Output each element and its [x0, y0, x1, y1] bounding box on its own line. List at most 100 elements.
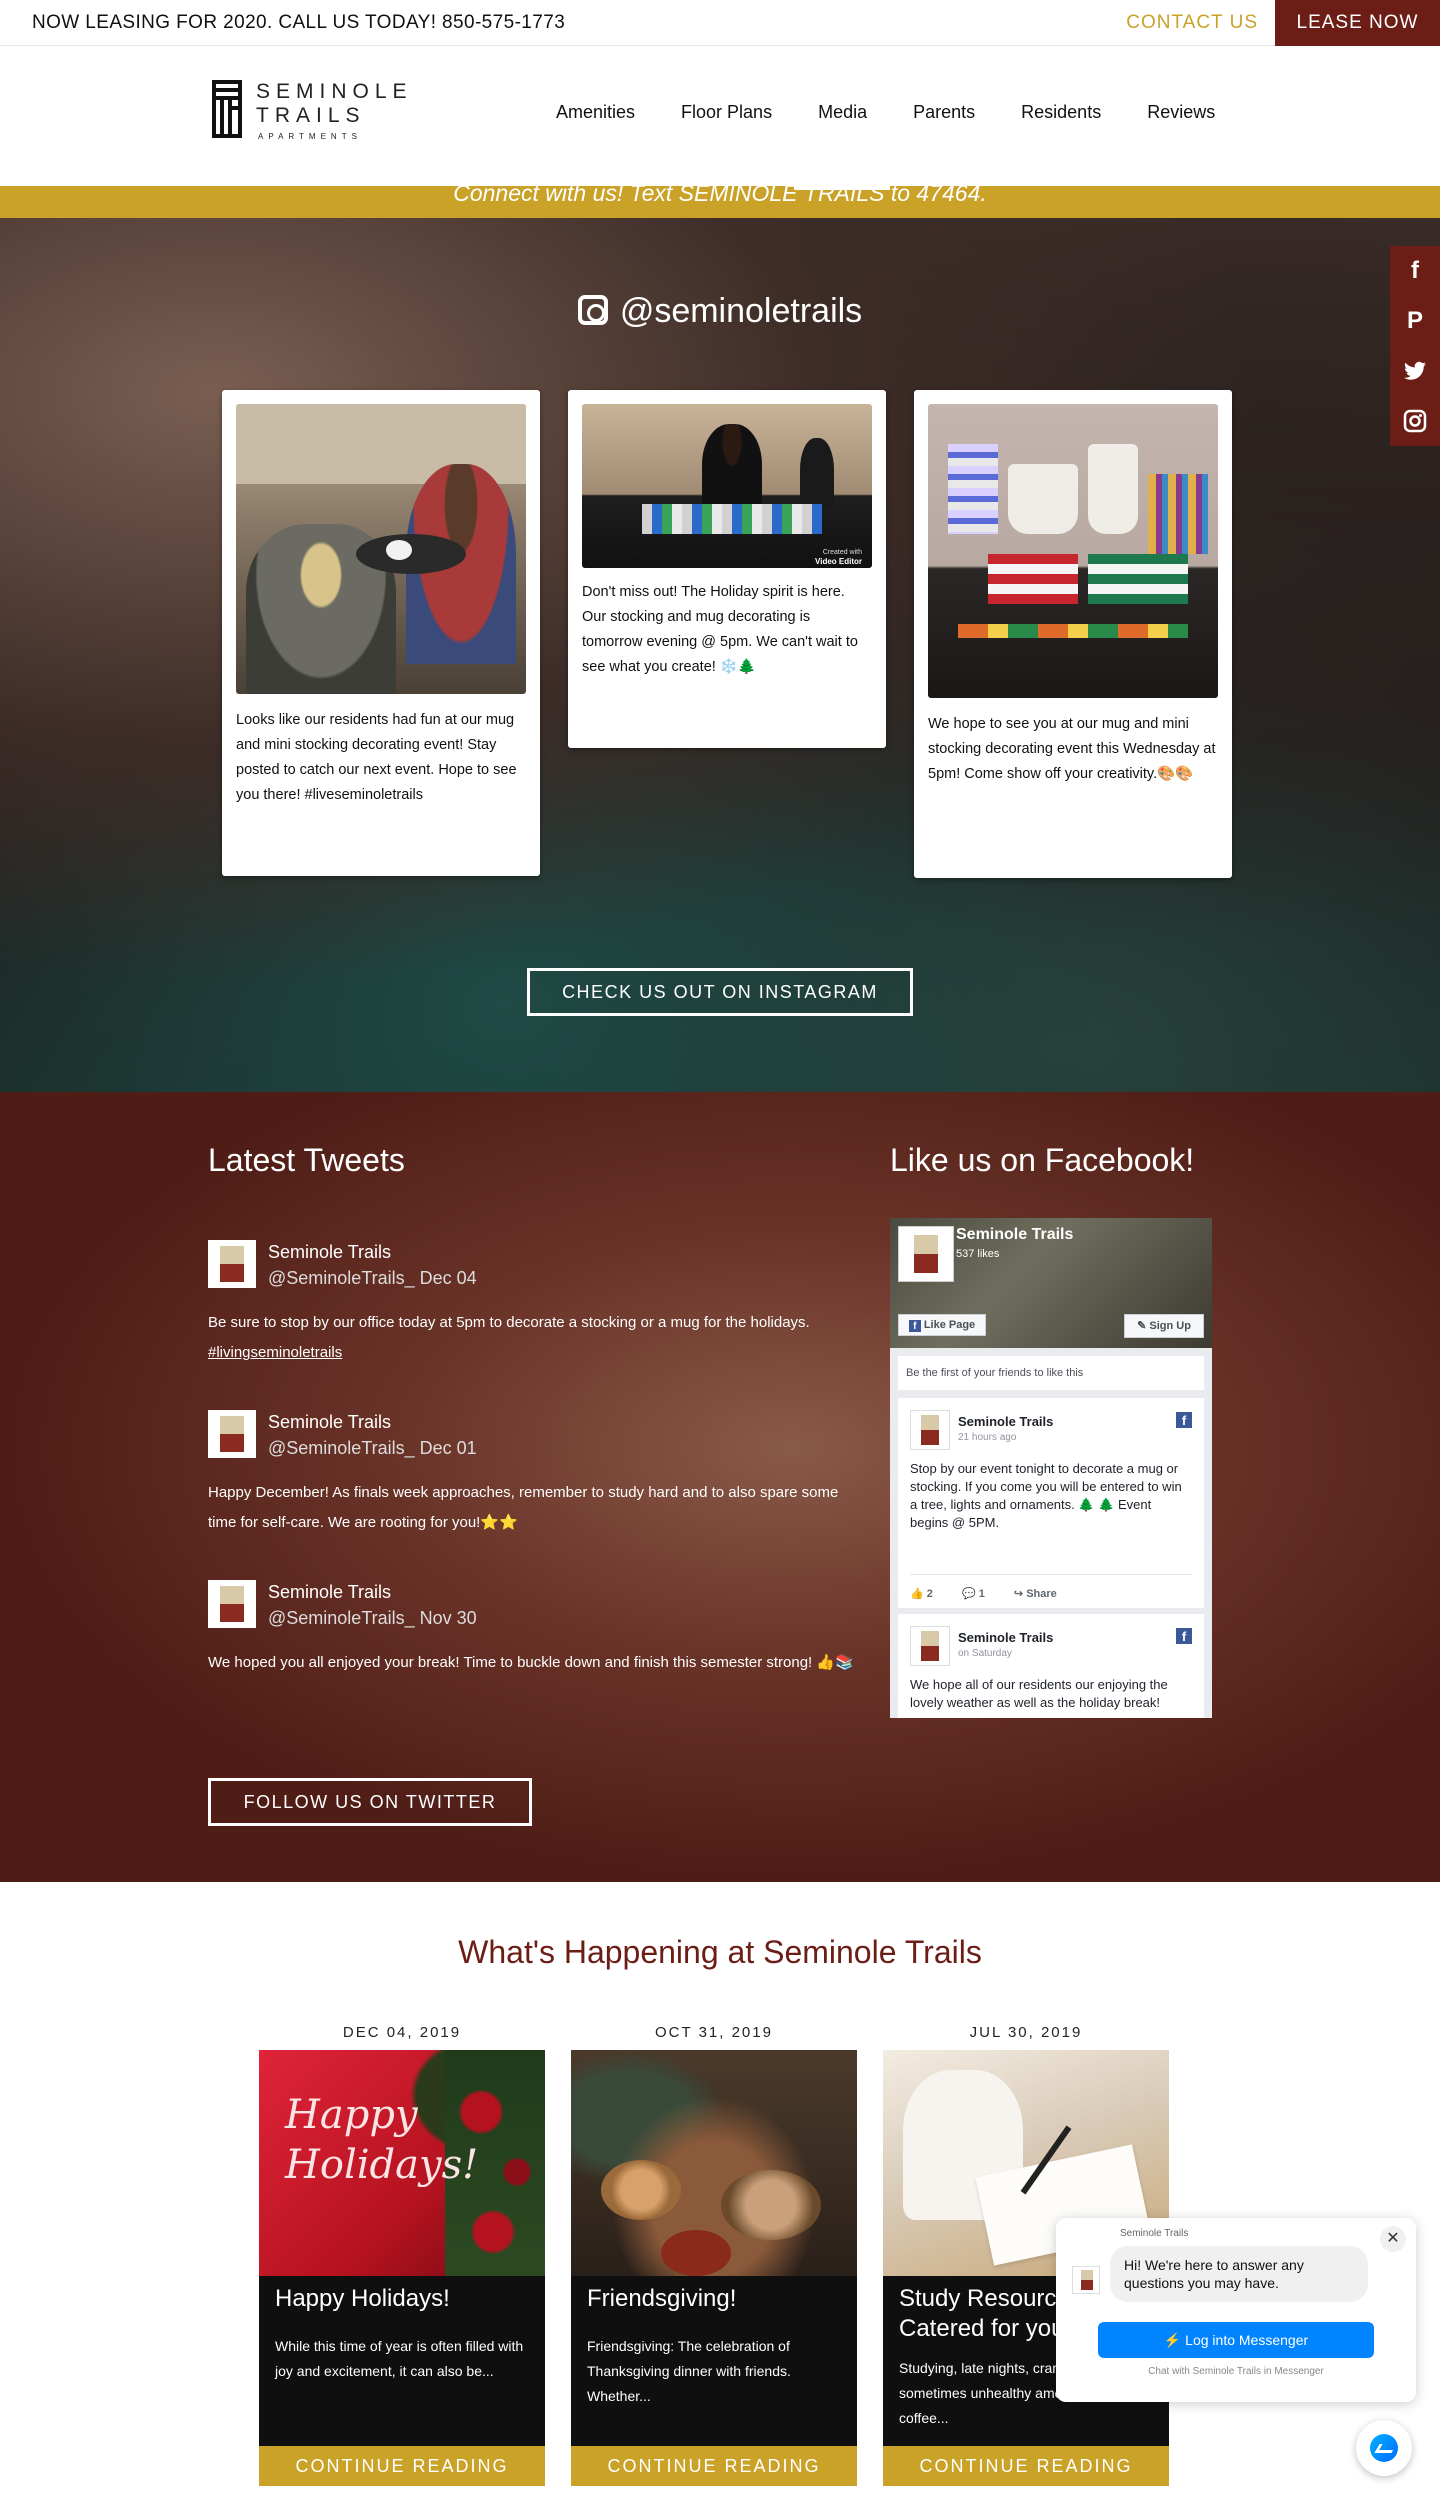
facebook-post-avatar[interactable] [910, 1410, 950, 1450]
facebook-cover[interactable]: Seminole Trails 537 likes f Like Page ✎ S… [890, 1218, 1212, 1348]
messenger-icon: ⚡ [1163, 2332, 1186, 2348]
instagram-icon [577, 295, 608, 325]
created-with-label: Created with [822, 549, 862, 556]
tweet-item: Seminole Trails @SeminoleTrails_ Dec 01 … [208, 1410, 868, 1550]
instagram-post-caption: We hope to see you at our mug and mini s… [928, 716, 1216, 782]
tweet-body: Be sure to stop by our office today at 5… [208, 1308, 868, 1368]
facebook-comment-action[interactable]: 💬 1 [962, 1588, 985, 1600]
messenger-greeting: Hi! We're here to answer any questions y… [1110, 2246, 1368, 2302]
logo-line-1: SEMINOLE [256, 80, 413, 103]
tweet-text: We hoped you all enjoyed your break! Tim… [208, 1654, 854, 1671]
nav-amenities[interactable]: Amenities [556, 102, 635, 123]
messenger-chat-link[interactable]: Chat with Seminole Trails in Messenger [1056, 2366, 1416, 2377]
comment-count: 1 [978, 1588, 985, 1600]
facebook-icon: f [1176, 1628, 1192, 1644]
facebook-widget: Seminole Trails 537 likes f Like Page ✎ S… [890, 1218, 1212, 1718]
facebook-like-page-button[interactable]: f Like Page [898, 1314, 986, 1336]
facebook-post-time[interactable]: 21 hours ago [958, 1432, 1016, 1443]
top-bar: NOW LEASING FOR 2020. CALL US TODAY! 850… [0, 0, 1440, 46]
nav-media[interactable]: Media [818, 102, 867, 123]
messenger-login-label: Log into Messenger [1185, 2332, 1309, 2348]
messenger-popup: Seminole Trails ✕ Hi! We're here to answ… [1056, 2218, 1416, 2402]
instagram-post-photo [236, 404, 526, 694]
facebook-page-name[interactable]: Seminole Trails [956, 1226, 1073, 1244]
news-title[interactable]: Happy Holidays! [275, 2284, 537, 2314]
facebook-like-action[interactable]: 👍 2 [910, 1588, 933, 1600]
tweet-author[interactable]: Seminole Trails [268, 1582, 391, 1603]
continue-reading-button[interactable]: CONTINUE READING [571, 2446, 857, 2486]
news-body: Friendsgiving! Friendsgiving: The celebr… [571, 2276, 857, 2446]
messenger-icon [1370, 2434, 1398, 2462]
news-body: Happy Holidays! While this time of year … [259, 2276, 545, 2446]
facebook-page-avatar[interactable] [898, 1226, 954, 1282]
main-nav: Amenities Floor Plans Media Parents Resi… [556, 102, 1261, 123]
messenger-login-button[interactable]: ⚡ Log into Messenger [1098, 2322, 1374, 2358]
nav-residents[interactable]: Residents [1021, 102, 1101, 123]
logo-mark-icon [212, 80, 242, 138]
tweet-item: Seminole Trails @SeminoleTrails_ Dec 04 … [208, 1240, 868, 1380]
whats-happening-title: What's Happening at Seminole Trails [458, 1934, 982, 1970]
instagram-section: @seminoletrails Looks like our residents… [0, 218, 1440, 1092]
latest-tweets-title: Latest Tweets [208, 1142, 405, 1178]
tweet-hashtag-link[interactable]: #livingseminoletrails [208, 1344, 342, 1361]
news-image[interactable]: Happy Holidays! [259, 2050, 545, 2276]
tweet-handle-date[interactable]: @SeminoleTrails_ Nov 30 [268, 1608, 477, 1629]
tweet-avatar[interactable] [208, 1580, 256, 1628]
follow-twitter-button[interactable]: FOLLOW US ON TWITTER [208, 1778, 532, 1826]
tweet-text: Happy December! As finals week approache… [208, 1484, 839, 1531]
instagram-post-card[interactable]: Looks like our residents had fun at our … [222, 390, 540, 876]
instagram-icon[interactable] [1390, 396, 1440, 446]
continue-reading-button[interactable]: CONTINUE READING [259, 2446, 545, 2486]
instagram-cta-button[interactable]: CHECK US OUT ON INSTAGRAM [527, 968, 913, 1016]
lease-now-button[interactable]: LEASE NOW [1275, 0, 1440, 46]
tweet-avatar[interactable] [208, 1410, 256, 1458]
instagram-post-card[interactable]: We hope to see you at our mug and mini s… [914, 390, 1232, 878]
continue-reading-button[interactable]: CONTINUE READING [883, 2446, 1169, 2486]
facebook-share-action[interactable]: ↪ Share [1014, 1588, 1057, 1600]
news-image[interactable] [571, 2050, 857, 2276]
messenger-fab-button[interactable] [1356, 2420, 1412, 2476]
pinterest-icon[interactable]: P [1390, 296, 1440, 346]
news-card[interactable]: DEC 04, 2019 Happy Holidays! Happy Holid… [259, 2024, 545, 2500]
facebook-like-count: 537 likes [956, 1248, 1000, 1260]
tweet-handle-date[interactable]: @SeminoleTrails_ Dec 04 [268, 1268, 477, 1289]
facebook-title: Like us on Facebook! [890, 1142, 1195, 1178]
facebook-post-text: Stop by our event tonight to decorate a … [910, 1461, 1182, 1530]
facebook-icon: f [1176, 1412, 1192, 1428]
news-date: JUL 30, 2019 [969, 2024, 1083, 2041]
twitter-icon[interactable] [1390, 346, 1440, 396]
contact-us-link[interactable]: CONTACT US [1126, 12, 1258, 34]
site-logo[interactable]: SEMINOLE TRAILS APARTMENTS [212, 76, 407, 146]
facebook-signup-button[interactable]: ✎ Sign Up [1124, 1314, 1204, 1338]
tweet-author[interactable]: Seminole Trails [268, 1412, 391, 1433]
facebook-post-author[interactable]: Seminole Trails [958, 1414, 1053, 1429]
facebook-icon[interactable]: f [1390, 246, 1440, 296]
tweet-text: Be sure to stop by our office today at 5… [208, 1314, 810, 1331]
facebook-post-author[interactable]: Seminole Trails [958, 1630, 1053, 1645]
tweet-author[interactable]: Seminole Trails [268, 1242, 391, 1263]
leasing-phone-text[interactable]: NOW LEASING FOR 2020. CALL US TODAY! 850… [32, 12, 565, 34]
messenger-page-name: Seminole Trails [1120, 2228, 1189, 2239]
instagram-post-card[interactable]: Created with Video Editor Don't miss out… [568, 390, 886, 748]
news-date: OCT 31, 2019 [655, 2024, 773, 2041]
tweet-handle-date[interactable]: @SeminoleTrails_ Dec 01 [268, 1438, 477, 1459]
facebook-post-time[interactable]: on Saturday [958, 1648, 1012, 1659]
news-date: DEC 04, 2019 [342, 2024, 462, 2041]
nav-reviews[interactable]: Reviews [1147, 102, 1215, 123]
site-header: SEMINOLE TRAILS APARTMENTS Amenities Flo… [0, 46, 1440, 186]
tweet-avatar[interactable] [208, 1240, 256, 1288]
nav-parents[interactable]: Parents [913, 102, 975, 123]
nav-floor-plans[interactable]: Floor Plans [681, 102, 772, 123]
like-page-label: Like Page [923, 1319, 976, 1331]
facebook-post-avatar[interactable] [910, 1626, 950, 1666]
close-icon[interactable]: ✕ [1380, 2226, 1406, 2252]
instagram-handle-text: @seminoletrails [619, 292, 863, 330]
tweets-section: Latest Tweets Like us on Facebook! Semin… [0, 1092, 1440, 1882]
messenger-avatar [1072, 2266, 1100, 2294]
facebook-post-actions: 👍 2 💬 1 ↪ Share [910, 1574, 1192, 1600]
facebook-friends-text: Be the first of your friends to like thi… [898, 1356, 1204, 1390]
instagram-handle[interactable]: @seminoletrails [0, 292, 1440, 331]
logo-line-3: APARTMENTS [258, 132, 362, 141]
news-title[interactable]: Friendsgiving! [587, 2284, 849, 2314]
news-card[interactable]: OCT 31, 2019 Friendsgiving! Friendsgivin… [571, 2024, 857, 2500]
